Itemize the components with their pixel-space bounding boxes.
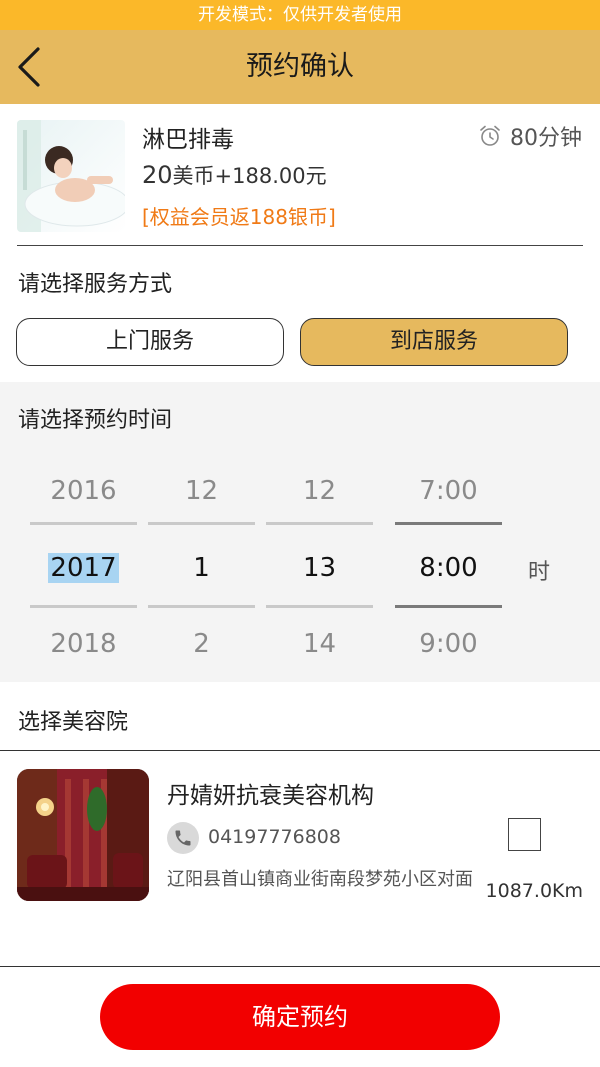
month-wheel[interactable]: 12 1 2 [148, 462, 255, 662]
hour-unit-label: 时 [528, 560, 551, 585]
alarm-clock-icon [480, 125, 500, 146]
wheel-line [395, 605, 502, 608]
month-next: 2 [193, 629, 210, 659]
salon-address: 辽阳县首山镇商业街南段梦苑小区对面 [167, 869, 473, 890]
day-next: 14 [302, 629, 337, 659]
member-rebate-note: [权益会员返188银币] [142, 205, 336, 229]
dev-mode-banner: 开发模式：仅供开发者使用 [0, 0, 600, 30]
time-picker-title: 请选择预约时间 [18, 408, 173, 433]
wheel-line [30, 522, 137, 525]
salon-select-checkbox[interactable] [508, 818, 541, 851]
page-title: 预约确认 [246, 51, 354, 82]
product-price: 20美币+188.00元 [142, 160, 327, 190]
service-method-title: 请选择服务方式 [18, 272, 173, 297]
wheel-line [148, 522, 255, 525]
year-next: 2018 [50, 629, 117, 659]
day-selected: 13 [302, 553, 337, 583]
in-store-service-button[interactable]: 到店服务 [300, 318, 568, 366]
year-selected: 2017 [30, 553, 137, 583]
month-selected: 1 [193, 553, 210, 583]
wheel-line [266, 522, 373, 525]
month-prev: 12 [184, 476, 219, 506]
salon-name[interactable]: 丹婧妍抗衰美容机构 [167, 776, 374, 810]
hour-next: 9:00 [419, 629, 478, 659]
time-picker-panel: 请选择预约时间 2016 2017 2018 12 1 2 12 13 14 7… [0, 382, 600, 682]
confirm-booking-button[interactable]: 确定预约 [100, 984, 500, 1050]
service-duration: 80分钟 [478, 120, 582, 152]
header-bar: 预约确认 [0, 30, 600, 104]
wheel-line [395, 522, 502, 525]
hour-wheel[interactable]: 7:00 8:00 9:00 [395, 462, 502, 662]
wheel-line [30, 605, 137, 608]
salon-phone[interactable]: 04197776808 [208, 826, 341, 848]
divider [17, 245, 583, 246]
salon-section-title: 选择美容院 [18, 710, 129, 735]
divider [0, 750, 600, 751]
day-prev: 12 [302, 476, 337, 506]
product-image [17, 120, 125, 232]
salon-image [17, 769, 149, 901]
year-prev: 2016 [50, 476, 117, 506]
price-amount: 20 [142, 161, 173, 189]
divider [0, 966, 600, 967]
wheel-line [266, 605, 373, 608]
phone-icon[interactable] [167, 822, 199, 854]
home-service-button[interactable]: 上门服务 [16, 318, 284, 366]
product-name: 淋巴排毒 [142, 127, 234, 153]
hour-prev: 7:00 [419, 476, 478, 506]
day-wheel[interactable]: 12 13 14 [266, 462, 373, 662]
wheel-line [148, 605, 255, 608]
salon-distance: 1087.0Km [485, 880, 583, 902]
hour-selected: 8:00 [419, 553, 478, 583]
price-detail: 美币+188.00元 [172, 164, 327, 188]
year-wheel[interactable]: 2016 2017 2018 [30, 462, 137, 662]
duration-label: 80分钟 [510, 126, 582, 151]
year-selected-value: 2017 [48, 553, 119, 583]
